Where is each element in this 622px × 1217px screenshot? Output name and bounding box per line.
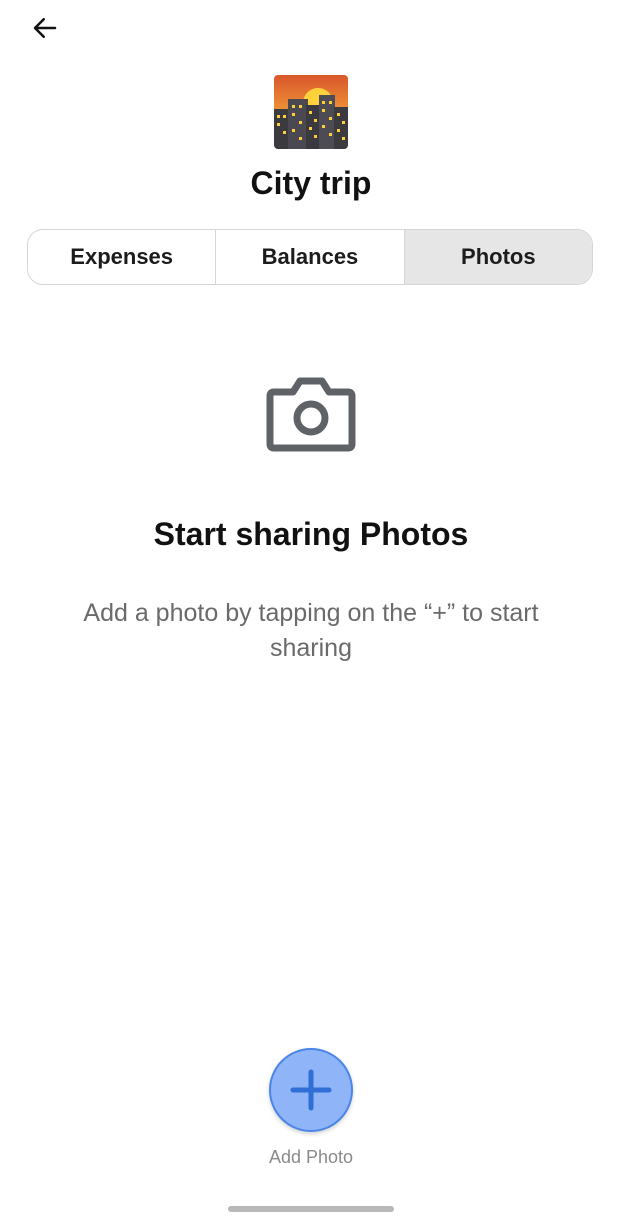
camera-icon <box>266 372 356 454</box>
tab-photos[interactable]: Photos <box>403 230 592 284</box>
empty-state-title: Start sharing Photos <box>153 516 469 552</box>
plus-icon <box>290 1069 332 1111</box>
add-photo-button[interactable] <box>269 1048 353 1132</box>
arrow-left-icon <box>33 18 57 38</box>
tab-bar: Expenses Balances Photos <box>27 229 593 285</box>
tab-balances[interactable]: Balances <box>215 230 403 284</box>
empty-state-description: Add a photo by tapping on the “+” to sta… <box>83 599 539 662</box>
group-image <box>274 75 348 149</box>
back-button[interactable] <box>22 8 68 48</box>
cityscape-sunset-icon <box>274 75 348 149</box>
group-title: City trip <box>250 165 372 201</box>
tab-expenses[interactable]: Expenses <box>28 230 215 284</box>
add-photo-label: Add Photo <box>268 1147 354 1167</box>
home-indicator[interactable] <box>228 1206 394 1212</box>
